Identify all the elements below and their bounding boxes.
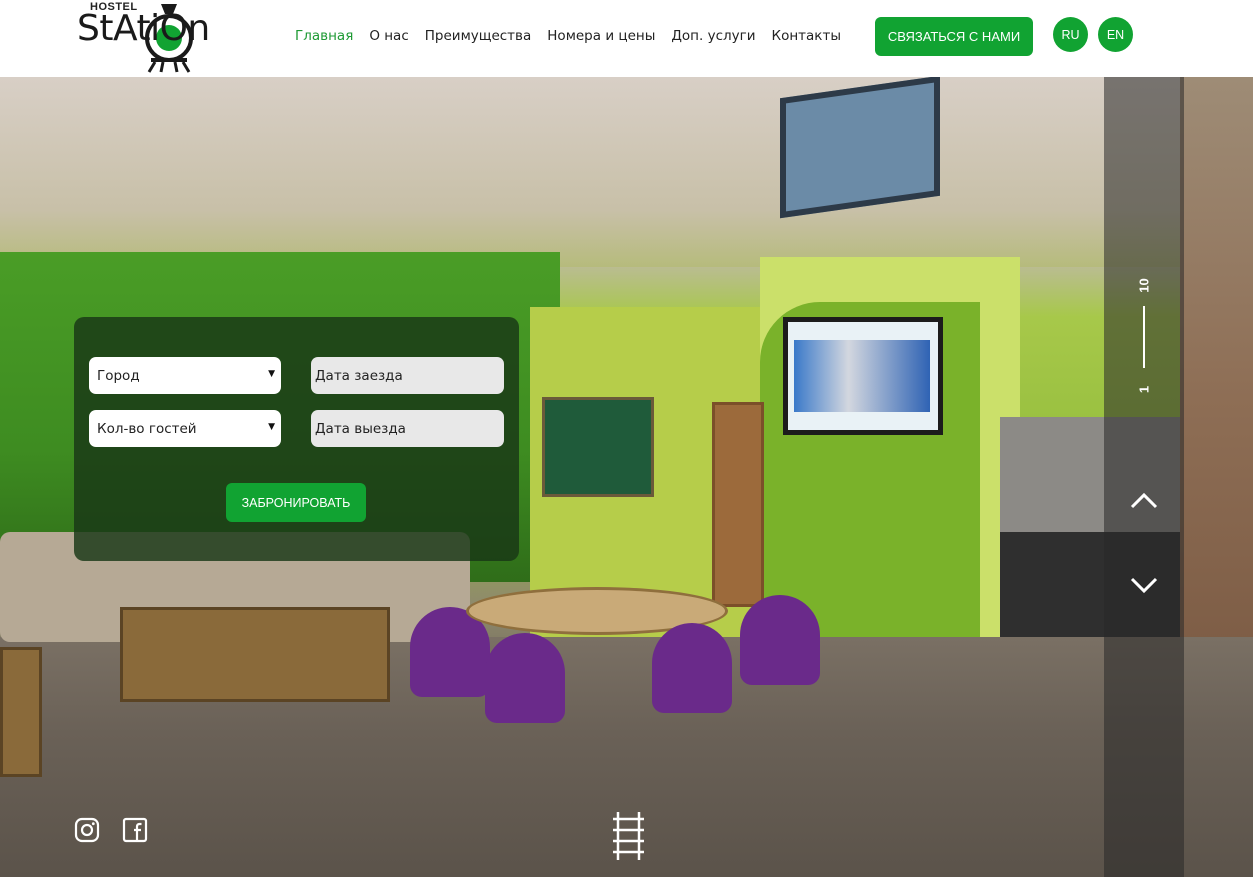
city-select-label: Город [97, 367, 140, 384]
checkout-date-field[interactable]: Дата выезда [311, 410, 504, 447]
hero-door [712, 402, 764, 607]
nav-about[interactable]: О нас [369, 28, 408, 44]
checkin-date-field[interactable]: Дата заезда [311, 357, 504, 394]
guests-select-label: Кол-во гостей [97, 420, 197, 437]
hero-pallet-bench [0, 647, 42, 777]
checkin-placeholder: Дата заезда [315, 367, 403, 384]
city-select[interactable]: Город ▼ [89, 357, 281, 394]
logo-station-text: StAtiOn [77, 8, 210, 49]
chevron-up-icon[interactable] [1124, 485, 1164, 515]
slide-progress-line [1143, 306, 1145, 368]
main-nav: Главная О нас Преимущества Номера и цены… [295, 28, 857, 44]
nav-contacts[interactable]: Контакты [772, 28, 841, 44]
hero-purple-chair [485, 633, 565, 723]
hero-purple-chair [740, 595, 820, 685]
facebook-icon[interactable] [122, 817, 148, 843]
checkout-placeholder: Дата выезда [315, 420, 406, 437]
slider-controls [1104, 77, 1184, 877]
lang-en-button[interactable]: EN [1098, 17, 1133, 52]
hero-ceiling [0, 77, 1253, 267]
site-header: HOSTEL StAtiOn Главная О нас Преимуществ… [0, 0, 1253, 77]
hero-wall-tv [783, 317, 943, 435]
nav-advantages[interactable]: Преимущества [425, 28, 532, 44]
lang-ru-button[interactable]: RU [1053, 17, 1088, 52]
hero-purple-chair [652, 623, 732, 713]
nav-home[interactable]: Главная [295, 28, 353, 44]
rails-icon[interactable] [612, 812, 645, 860]
instagram-icon[interactable] [74, 817, 100, 843]
hero-chalkboard [542, 397, 654, 497]
hero-ceiling-tv [780, 77, 940, 219]
chevron-down-icon[interactable] [1124, 571, 1164, 601]
nav-rooms-prices[interactable]: Номера и цены [547, 28, 655, 44]
caret-down-icon: ▼ [268, 422, 275, 432]
book-button[interactable]: ЗАБРОНИРОВАТЬ [226, 483, 366, 522]
caret-down-icon: ▼ [268, 369, 275, 379]
hostel-station-logo[interactable]: HOSTEL StAtiOn [73, 0, 239, 76]
slide-current: 1 [1136, 385, 1152, 394]
contact-us-button[interactable]: СВЯЗАТЬСЯ С НАМИ [875, 17, 1033, 56]
hero-pallet-table [120, 607, 390, 702]
guests-select[interactable]: Кол-во гостей ▼ [89, 410, 281, 447]
nav-extra-services[interactable]: Доп. услуги [671, 28, 755, 44]
slide-total: 10 [1136, 278, 1152, 293]
